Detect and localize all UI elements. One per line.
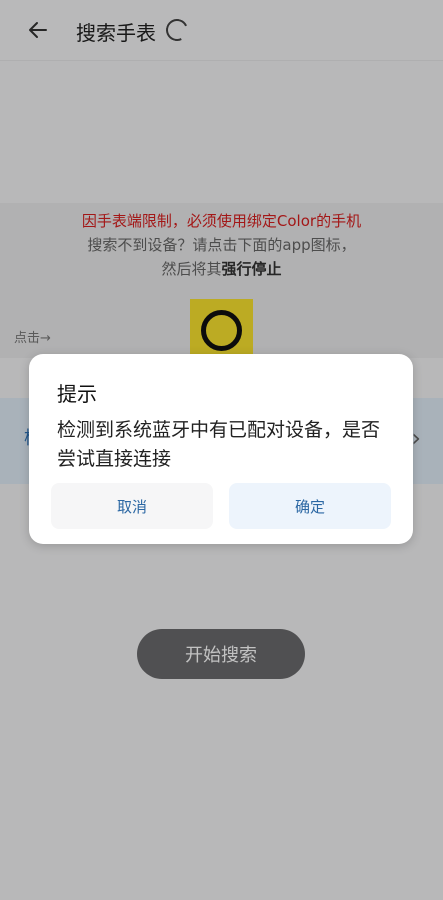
- confirm-dialog: 提示 检测到系统蓝牙中有已配对设备，是否尝试直接连接 取消 确定: [29, 354, 413, 544]
- cancel-button[interactable]: 取消: [51, 483, 213, 529]
- confirm-button[interactable]: 确定: [229, 483, 391, 529]
- dialog-message: 检测到系统蓝牙中有已配对设备，是否尝试直接连接: [57, 419, 381, 470]
- dialog-title: 提示: [57, 382, 97, 406]
